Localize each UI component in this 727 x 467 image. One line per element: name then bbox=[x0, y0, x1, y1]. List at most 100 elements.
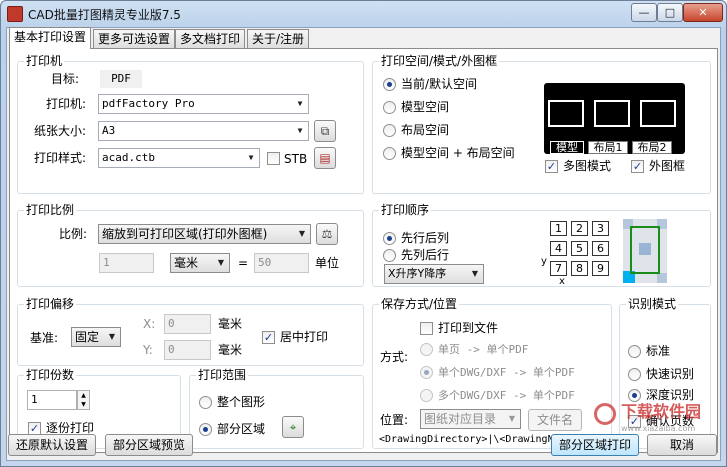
frame-corner-selector[interactable] bbox=[623, 219, 667, 283]
corner-handle[interactable] bbox=[657, 273, 667, 283]
recog-option-fast: 快速识别 bbox=[646, 367, 695, 381]
minimize-button[interactable]: — bbox=[631, 3, 657, 22]
axis-x-label: x bbox=[559, 276, 565, 287]
scale-select[interactable]: 缩放到可打印区域(打印外图框) ▼ bbox=[98, 224, 311, 244]
base-select-value: 固定 bbox=[75, 330, 100, 344]
preview-tab-model: 模型 bbox=[550, 141, 584, 154]
order-radio-col-first[interactable] bbox=[383, 249, 396, 262]
center-marker bbox=[639, 243, 651, 255]
recog-option-standard: 标准 bbox=[646, 344, 671, 358]
recog-option-deep: 深度识别 bbox=[646, 388, 695, 402]
preview-frame bbox=[548, 100, 584, 127]
order-group-title: 打印顺序 bbox=[379, 203, 432, 217]
multi-frame-checkbox[interactable]: ✓ bbox=[545, 160, 558, 173]
chevron-down-icon: ▼ bbox=[508, 414, 516, 423]
scale-group: 打印比例 比例: 缩放到可打印区域(打印外图框) ▼ ⚖ 1 毫米 ▼ = 50 单… bbox=[17, 203, 364, 287]
partial-preview-button[interactable]: 部分区域预览 bbox=[105, 434, 193, 456]
y-offset-input[interactable]: 0 bbox=[164, 340, 211, 360]
mode-label: 方式: bbox=[380, 350, 409, 364]
print-to-file-checkbox[interactable] bbox=[420, 322, 433, 335]
order-option-row-first: 先行后列 bbox=[401, 231, 450, 245]
collate-label: 逐份打印 bbox=[46, 421, 95, 435]
close-button[interactable]: ✕ bbox=[683, 3, 723, 22]
chevron-down-icon: ▼ bbox=[248, 153, 254, 162]
mode-radio-single-dwg[interactable] bbox=[420, 366, 433, 379]
spin-up-icon[interactable]: ▲ bbox=[78, 391, 89, 400]
location-select[interactable]: 图纸对应目录 ▼ bbox=[420, 409, 521, 429]
order-radio-row-first[interactable] bbox=[383, 232, 396, 245]
recog-radio-fast[interactable] bbox=[628, 368, 641, 381]
space-option-both: 模型空间 + 布局空间 bbox=[401, 146, 515, 160]
watermark-logo: 下载软件园 www.xiazaiba.com bbox=[594, 401, 714, 435]
unit-select-value: 毫米 bbox=[174, 256, 199, 270]
mode-radio-multi-dwg[interactable] bbox=[420, 389, 433, 402]
axis-y-label: y bbox=[541, 256, 547, 267]
space-radio-model[interactable] bbox=[383, 101, 396, 114]
download-icon bbox=[594, 403, 616, 425]
space-group-title: 打印空间/模式/外图框 bbox=[379, 54, 500, 68]
preview-tab-layout1: 布局1 bbox=[588, 141, 628, 154]
scale-tool-icon[interactable]: ⚖ bbox=[316, 223, 338, 245]
range-radio-partial[interactable] bbox=[199, 423, 212, 436]
scale-num2-input[interactable]: 50 bbox=[254, 253, 309, 273]
tab-basic-print[interactable]: 基本打印设置 bbox=[9, 27, 92, 49]
range-group: 打印范围 整个图形 部分区域 ⌖ bbox=[189, 368, 364, 449]
printer-group: 打印机 目标: PDF 打印机: pdfFactory Pro ▼ 纸张大小: A… bbox=[17, 54, 364, 194]
cancel-button[interactable]: 取消 bbox=[647, 434, 717, 456]
range-group-title: 打印范围 bbox=[196, 368, 249, 382]
outer-frame-checkbox[interactable]: ✓ bbox=[631, 160, 644, 173]
tab-multi-doc[interactable]: 多文档打印 bbox=[175, 29, 246, 49]
plot-style-select[interactable]: acad.ctb ▼ bbox=[98, 148, 260, 168]
preview-frame bbox=[594, 100, 630, 127]
range-radio-whole[interactable] bbox=[199, 396, 212, 409]
grid-cell: 5 bbox=[571, 241, 588, 256]
base-select[interactable]: 固定 ▼ bbox=[71, 327, 121, 347]
spin-down-icon[interactable]: ▼ bbox=[78, 400, 89, 409]
center-print-checkbox[interactable]: ✓ bbox=[262, 331, 275, 344]
maximize-button[interactable]: □ bbox=[657, 3, 683, 22]
location-select-value: 图纸对应目录 bbox=[424, 412, 497, 426]
sort-select[interactable]: X升序Y降序 ▼ bbox=[384, 264, 484, 284]
paper-select[interactable]: A3 ▼ bbox=[98, 121, 309, 141]
pick-area-icon[interactable]: ⌖ bbox=[282, 416, 304, 438]
center-print-label: 居中打印 bbox=[280, 330, 329, 344]
space-radio-both[interactable] bbox=[383, 147, 396, 160]
recog-radio-standard[interactable] bbox=[628, 345, 641, 358]
title-bar[interactable]: CAD批量打图精灵专业版7.5 — □ ✕ bbox=[1, 1, 726, 27]
mode-radio-single-page[interactable] bbox=[420, 343, 433, 356]
range-option-whole: 整个图形 bbox=[217, 395, 266, 409]
x-offset-input[interactable]: 0 bbox=[164, 314, 211, 334]
printer-select[interactable]: pdfFactory Pro ▼ bbox=[98, 94, 309, 114]
watermark-text: 下载软件园 bbox=[621, 402, 702, 421]
client-area: 基本打印设置 更多可选设置 多文档打印 关于/注册 打印机 目标: PDF 打印… bbox=[6, 27, 721, 461]
order-grid: 1 2 3 4 5 6 7 8 9 y x bbox=[541, 219, 614, 287]
printer-group-title: 打印机 bbox=[24, 54, 65, 68]
partial-print-button[interactable]: 部分区域打印 bbox=[551, 434, 639, 456]
paper-settings-icon[interactable]: ⧉ bbox=[314, 120, 336, 142]
mode-option-single-page: 单页 -> 单个PDF bbox=[438, 343, 529, 356]
grid-cell: 8 bbox=[571, 261, 588, 276]
scale-num1-input[interactable]: 1 bbox=[99, 253, 154, 273]
restore-defaults-button[interactable]: 还原默认设置 bbox=[8, 434, 96, 456]
chevron-down-icon: ▼ bbox=[217, 258, 225, 267]
multi-frame-label: 多图模式 bbox=[563, 159, 612, 173]
unit-select[interactable]: 毫米 ▼ bbox=[170, 253, 230, 273]
stb-checkbox[interactable] bbox=[267, 152, 280, 165]
copies-spinner[interactable]: ▲ ▼ bbox=[77, 390, 90, 410]
tab-about[interactable]: 关于/注册 bbox=[247, 29, 310, 49]
space-radio-layout[interactable] bbox=[383, 124, 396, 137]
filename-button[interactable]: 文件名 bbox=[528, 409, 582, 431]
grid-cell: 7 bbox=[550, 261, 567, 276]
save-group: 保存方式/位置 打印到文件 方式: 单页 -> 单个PDF 单个DWG/DXF … bbox=[372, 297, 614, 449]
chevron-down-icon: ▼ bbox=[471, 269, 479, 278]
chevron-down-icon: ▼ bbox=[108, 332, 116, 341]
copies-input[interactable]: 1 bbox=[27, 390, 77, 410]
window-title: CAD批量打图精灵专业版7.5 bbox=[28, 8, 181, 22]
grid-cell: 4 bbox=[550, 241, 567, 256]
plot-style-edit-icon[interactable]: ▤ bbox=[314, 147, 336, 169]
tab-panel: 打印机 目标: PDF 打印机: pdfFactory Pro ▼ 纸张大小: A… bbox=[9, 48, 718, 453]
tab-more-options[interactable]: 更多可选设置 bbox=[93, 29, 176, 49]
sort-select-value: X升序Y降序 bbox=[388, 267, 447, 280]
space-radio-current[interactable] bbox=[383, 78, 396, 91]
paper-label: 纸张大小: bbox=[34, 124, 87, 138]
